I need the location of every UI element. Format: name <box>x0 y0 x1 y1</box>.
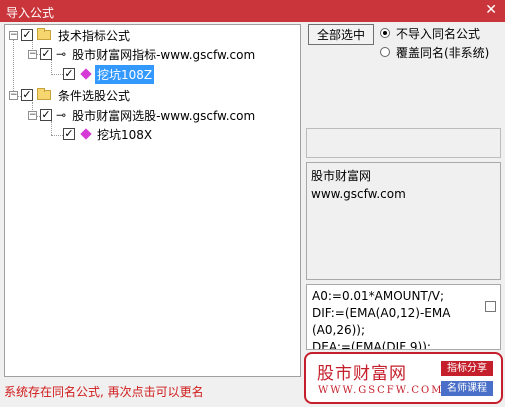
tree-node-label: 股市财富网指标-www.gscfw.com <box>72 47 256 62</box>
watermark-brand: 股市财富网 <box>317 364 407 384</box>
close-icon[interactable]: ✕ <box>485 2 497 18</box>
radio-overwrite-duplicates[interactable]: 覆盖同名(非系统) <box>380 44 489 60</box>
checkbox[interactable]: ✓ <box>21 29 33 41</box>
checkbox[interactable]: ✓ <box>40 48 52 60</box>
key-icon: ⊸ <box>56 108 67 122</box>
watermark-logo: 股市财富网 WWW.GSCFW.COM 指标分享 名师课程 <box>304 352 503 404</box>
collapse-icon[interactable]: − <box>9 90 18 100</box>
status-message: 系统存在同名公式, 再次点击可以更名 <box>4 385 204 399</box>
code-line: (A0,26)); <box>312 323 366 337</box>
tree-connector <box>51 135 63 136</box>
collapse-icon[interactable]: − <box>28 110 37 120</box>
collapse-icon[interactable]: − <box>9 30 18 40</box>
description-panel: 股市财富网 www.gscfw.com <box>306 162 501 280</box>
tree-node-label: 条件选股公式 <box>58 88 131 103</box>
tree-connector <box>51 74 63 75</box>
formula-diamond-icon <box>80 68 92 80</box>
checkbox[interactable]: ✓ <box>21 89 33 101</box>
empty-info-panel <box>306 128 501 158</box>
select-all-button[interactable]: 全部选中 <box>308 24 374 45</box>
watermark-url: WWW.GSCFW.COM <box>318 385 444 396</box>
tree-node-stock-selection[interactable]: − ✓ 条件选股公式 <box>9 86 132 104</box>
watermark-tag-indicators: 指标分享 <box>441 361 493 376</box>
description-line: 股市财富网 <box>311 169 372 183</box>
tree-node-label: 股市财富网选股-www.gscfw.com <box>72 108 256 123</box>
checkbox[interactable]: ✓ <box>63 128 75 140</box>
collapse-icon[interactable]: − <box>28 49 37 59</box>
tree-node-label: 技术指标公式 <box>58 28 131 43</box>
checkbox[interactable]: ✓ <box>40 109 52 121</box>
code-line: A0:=0.01*AMOUNT/V; <box>312 289 445 303</box>
tree-node-label: 挖坑108X <box>97 127 153 142</box>
radio-label: 不导入同名公式 <box>396 26 481 41</box>
radio-label: 覆盖同名(非系统) <box>396 45 490 60</box>
radio-skip-duplicates[interactable]: 不导入同名公式 <box>380 25 480 41</box>
folder-icon <box>37 28 51 40</box>
formula-diamond-icon <box>80 128 92 140</box>
title-bar: 导入公式 ✕ <box>0 0 505 22</box>
tree-node-label: 挖坑108Z <box>95 64 155 84</box>
tree-node-selection-group[interactable]: − ✓ ⊸ 股市财富网选股-www.gscfw.com <box>28 106 257 124</box>
key-icon: ⊸ <box>56 47 67 61</box>
radio-button[interactable] <box>380 28 390 38</box>
code-line: DEA:=(EMA(DIF,9)); <box>312 340 431 350</box>
tree-node-formula-108x[interactable]: ✓ 挖坑108X <box>63 125 154 143</box>
code-checkbox[interactable] <box>485 301 496 312</box>
window-title: 导入公式 <box>6 6 55 20</box>
description-line: www.gscfw.com <box>311 187 406 201</box>
formula-tree[interactable]: − ✓ 技术指标公式 − ✓ ⊸ 股市财富网指标-www.gscfw.com ✓… <box>4 24 301 377</box>
formula-code-editor[interactable]: A0:=0.01*AMOUNT/V; DIF:=(EMA(A0,12)-EMA … <box>306 284 501 350</box>
tree-node-indicator-group[interactable]: − ✓ ⊸ 股市财富网指标-www.gscfw.com <box>28 45 257 63</box>
tree-node-tech-indicators[interactable]: − ✓ 技术指标公式 <box>9 26 132 44</box>
tree-node-formula-108z[interactable]: ✓ 挖坑108Z <box>63 64 155 84</box>
code-line: DIF:=(EMA(A0,12)-EMA <box>312 306 451 320</box>
watermark-tag-courses: 名师课程 <box>441 381 493 396</box>
folder-icon <box>37 88 51 100</box>
checkbox[interactable]: ✓ <box>63 68 75 80</box>
radio-button[interactable] <box>380 47 390 57</box>
